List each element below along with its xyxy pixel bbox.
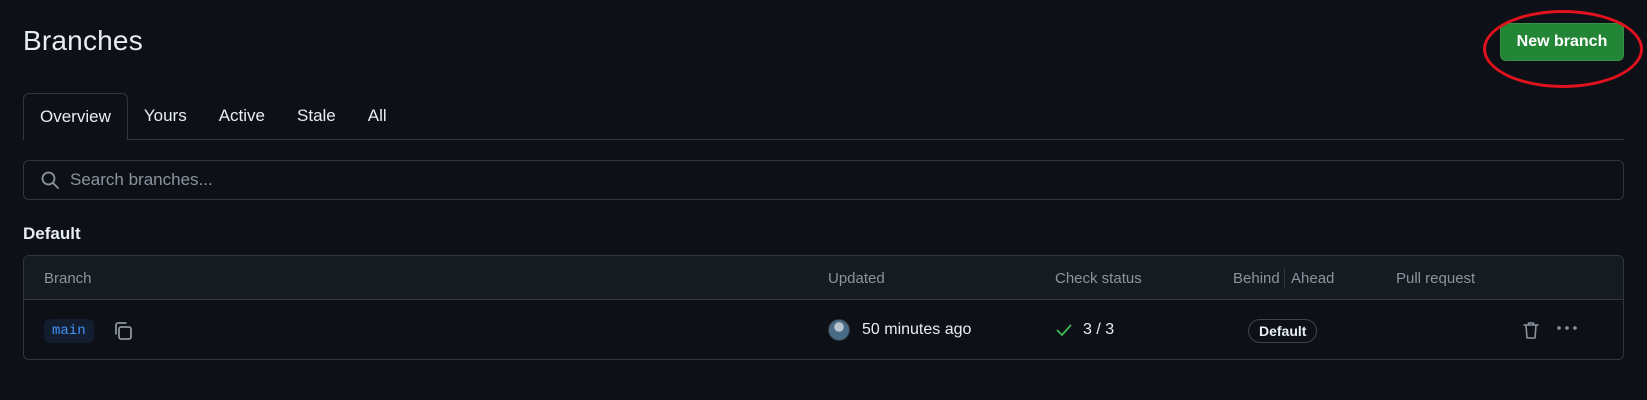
search-icon	[40, 170, 60, 190]
updated-cell: 50 minutes ago	[828, 318, 971, 342]
more-options-icon[interactable]	[1555, 319, 1579, 341]
table-row: main 50 minutes ago 3 / 3 Default	[24, 300, 1623, 359]
branch-name-link[interactable]: main	[44, 319, 94, 343]
branch-filter-tabs: Overview Yours Active Stale All	[23, 93, 1624, 140]
updated-time: 50 minutes ago	[862, 321, 972, 338]
section-heading-default: Default	[23, 224, 81, 243]
branches-page: Branches New branch Overview Yours Activ…	[0, 0, 1647, 400]
search-box[interactable]	[23, 160, 1624, 200]
check-status[interactable]: 3 / 3	[1055, 318, 1114, 342]
check-count: 3 / 3	[1083, 321, 1115, 338]
new-branch-button[interactable]: New branch	[1500, 23, 1624, 61]
tab-stale[interactable]: Stale	[281, 93, 352, 139]
column-header-pull-request: Pull request	[1396, 269, 1476, 287]
column-header-check-status: Check status	[1055, 269, 1142, 287]
column-header-ahead: Ahead	[1291, 269, 1335, 287]
trash-icon[interactable]	[1520, 319, 1542, 341]
check-icon	[1055, 321, 1073, 339]
avatar[interactable]	[828, 319, 850, 341]
branches-table: Branch Updated Check status Behind Ahead…	[23, 255, 1624, 360]
tab-all[interactable]: All	[352, 93, 403, 139]
page-title: Branches	[23, 25, 143, 56]
tab-overview[interactable]: Overview	[23, 93, 128, 140]
column-header-behind: Behind	[1233, 269, 1280, 287]
column-header-branch: Branch	[44, 269, 92, 287]
table-header: Branch Updated Check status Behind Ahead…	[24, 256, 1623, 300]
column-header-updated: Updated	[828, 269, 885, 287]
copy-icon[interactable]	[111, 319, 135, 343]
tab-active[interactable]: Active	[203, 93, 281, 139]
tab-yours[interactable]: Yours	[128, 93, 203, 139]
default-badge: Default	[1248, 319, 1318, 343]
column-divider	[1284, 268, 1285, 288]
search-input[interactable]	[70, 170, 1623, 190]
